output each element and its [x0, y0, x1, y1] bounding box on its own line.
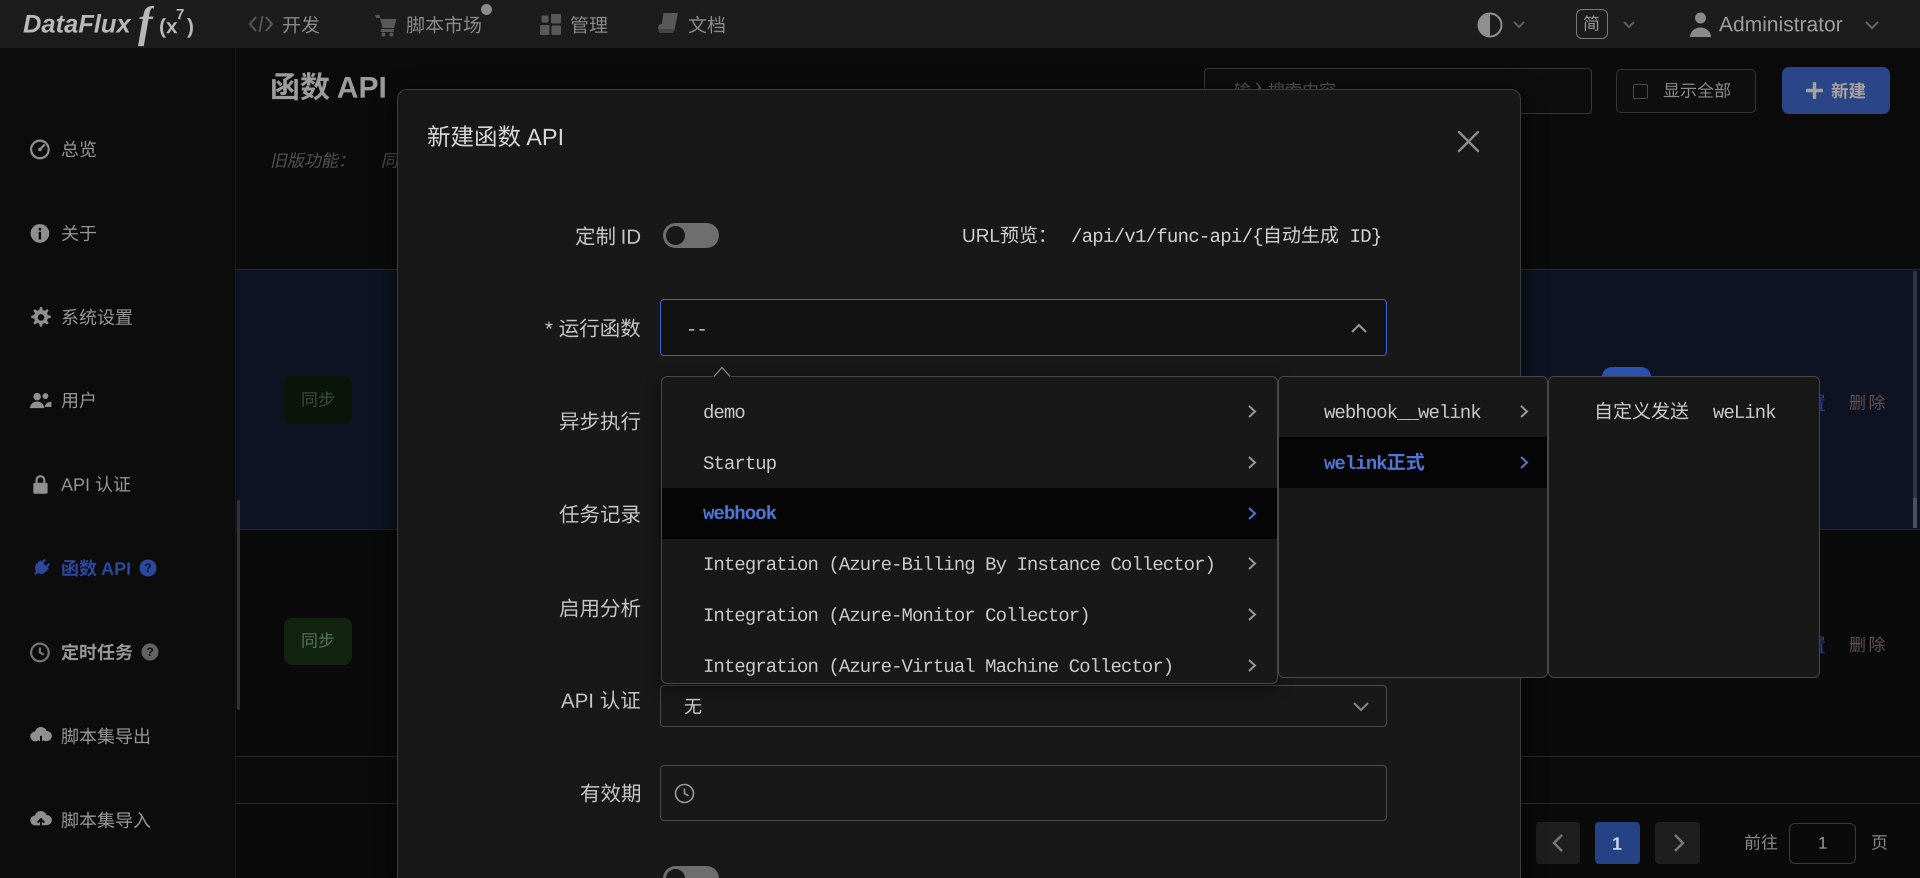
svg-text:?: ? — [146, 645, 153, 659]
svg-text:?: ? — [144, 561, 151, 575]
